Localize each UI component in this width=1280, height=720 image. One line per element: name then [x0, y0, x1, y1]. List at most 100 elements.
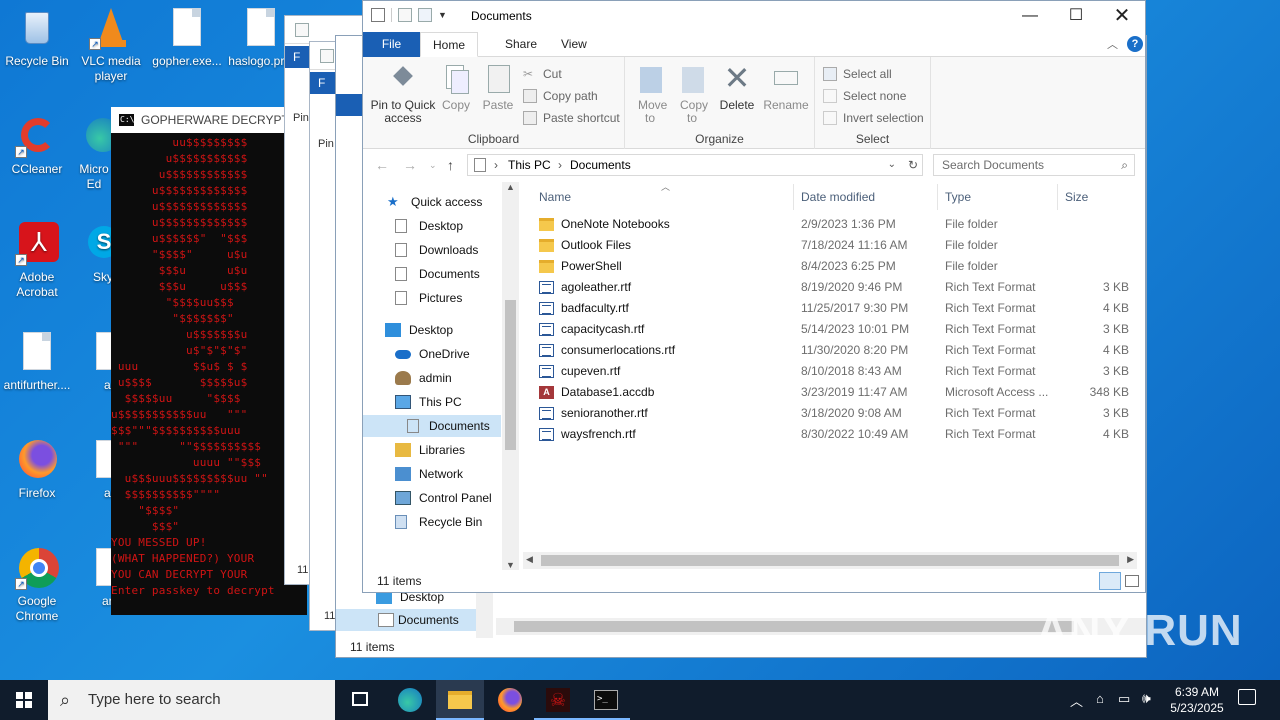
- task-view-button[interactable]: [336, 680, 384, 720]
- chevron-down-icon[interactable]: ▼: [438, 10, 447, 20]
- details-view-icon[interactable]: [1099, 572, 1121, 590]
- file-row[interactable]: badfaculty.rtf 11/25/2017 9:30 PM Rich Tex…: [535, 298, 1135, 319]
- copy-path-button[interactable]: Copy path: [523, 87, 598, 105]
- notifications-icon[interactable]: [1238, 689, 1256, 705]
- nav-item-onedrive[interactable]: OneDrive: [395, 343, 470, 365]
- file-row[interactable]: cupeven.rtf 8/10/2018 8:43 AM Rich Text Fo…: [535, 361, 1135, 382]
- desktop-icon-artlife[interactable]: artlife: [74, 546, 114, 609]
- close-button[interactable]: ✕: [1099, 1, 1145, 31]
- copy-button[interactable]: Copy: [439, 61, 473, 112]
- nav-item-pictures[interactable]: Pictures: [395, 287, 462, 309]
- scroll-down-icon[interactable]: ▼: [506, 560, 515, 570]
- rename-button[interactable]: Rename: [763, 61, 809, 112]
- tab-home[interactable]: Home: [420, 32, 479, 57]
- content-horizontal-scrollbar[interactable]: ◀ ▶: [523, 552, 1137, 569]
- file-row[interactable]: agoleather.rtf 8/19/2020 9:46 PM Rich Text…: [535, 277, 1135, 298]
- network-tray-icon[interactable]: ⌂: [1096, 691, 1104, 706]
- paste-button[interactable]: Paste: [479, 61, 517, 112]
- nav-item-this-pc[interactable]: This PC: [395, 391, 462, 413]
- minimize-button[interactable]: —: [1007, 1, 1053, 31]
- desktop-icon-antifurther[interactable]: antifurther....: [0, 330, 74, 393]
- desktop-icon-gopher[interactable]: gopher.exe...: [150, 6, 224, 69]
- console-titlebar[interactable]: C:\ GOPHERWARE DECRYPTOR: [111, 107, 307, 133]
- pin-to-quick-access-button[interactable]: Pin to Quick access: [367, 61, 439, 125]
- nav-pane-scrollbar[interactable]: ▲ ▼: [502, 182, 519, 570]
- copy-to-button[interactable]: Copy to: [673, 61, 711, 125]
- large-icons-view-icon[interactable]: [1125, 575, 1139, 587]
- scroll-up-icon[interactable]: ▲: [506, 182, 515, 192]
- nav-item-documents[interactable]: Documents: [395, 263, 480, 285]
- taskbar-file-explorer[interactable]: [436, 680, 484, 720]
- nav-item-quick-access[interactable]: ★ Quick access: [387, 191, 482, 213]
- file-row[interactable]: senioranother.rtf 3/18/2020 9:08 AM Rich T…: [535, 403, 1135, 424]
- desktop-icon-edge[interactable]: Micro Ed: [74, 114, 114, 192]
- back-arrow-icon[interactable]: ←: [375, 157, 389, 173]
- nav-item-recycle-bin[interactable]: Recycle Bin: [395, 511, 482, 533]
- explorer-window[interactable]: ▼ Documents — ☐ ✕ File Home Share View ︿…: [362, 0, 1146, 593]
- move-to-button[interactable]: Move to: [631, 61, 669, 125]
- paste-shortcut-button[interactable]: Paste shortcut: [523, 109, 620, 127]
- invert-selection-button[interactable]: Invert selection: [823, 109, 924, 127]
- file-row[interactable]: capacitycash.rtf 5/14/2023 10:01 PM Rich T…: [535, 319, 1135, 340]
- volume-icon[interactable]: 🕪: [1142, 690, 1151, 707]
- nav-item-network[interactable]: Network: [395, 463, 463, 485]
- taskbar-edge[interactable]: [386, 680, 434, 720]
- search-input[interactable]: Search Documents ⌕: [933, 154, 1135, 176]
- nav-scrollbar[interactable]: [476, 592, 493, 638]
- column-header-size[interactable]: Size: [1065, 186, 1088, 208]
- titlebar[interactable]: ▼ Documents — ☐ ✕: [363, 1, 1145, 32]
- properties-icon[interactable]: [398, 8, 412, 22]
- start-button[interactable]: [0, 680, 48, 720]
- tab-share[interactable]: Share: [493, 32, 549, 57]
- help-icon[interactable]: ?: [1127, 36, 1143, 52]
- cut-button[interactable]: ✂ Cut: [523, 65, 562, 83]
- nav-item-desktop-root[interactable]: Desktop: [385, 319, 453, 341]
- monitor-tray-icon[interactable]: ▭: [1118, 691, 1130, 707]
- nav-item-admin[interactable]: admin: [395, 367, 452, 389]
- nav-item-documents[interactable]: Documents: [336, 609, 476, 631]
- file-row[interactable]: consumerlocations.rtf 11/30/2020 8:20 PM R…: [535, 340, 1135, 361]
- select-none-button[interactable]: Select none: [823, 87, 906, 105]
- maximize-button[interactable]: ☐: [1053, 1, 1099, 31]
- tab-view[interactable]: View: [549, 32, 599, 57]
- desktop-icon-chrome[interactable]: ↗ Google Chrome: [0, 546, 74, 624]
- taskbar-firefox[interactable]: [486, 680, 534, 720]
- nav-item-desktop[interactable]: Desktop: [395, 215, 463, 237]
- forward-arrow-icon[interactable]: →: [403, 157, 417, 173]
- column-header-name[interactable]: Name: [539, 186, 571, 208]
- desktop-icon-ccleaner[interactable]: ↗ CCleaner: [0, 114, 74, 177]
- new-folder-icon[interactable]: [418, 8, 432, 22]
- desktop-icon-acrobat[interactable]: ⅄ ↗ Adobe Acrobat: [0, 222, 74, 300]
- column-header-type[interactable]: Type: [945, 186, 971, 208]
- column-header-date[interactable]: Date modified: [801, 186, 875, 208]
- gopherware-console-window[interactable]: C:\ GOPHERWARE DECRYPTOR uu$$$$$$$$$ u$$…: [111, 107, 307, 615]
- recent-chevron-icon[interactable]: ⌄: [429, 160, 437, 171]
- desktop-icon-vlc[interactable]: ↗ VLC media player: [74, 6, 148, 84]
- desktop-icon-antifur-2[interactable]: antifur: [74, 438, 114, 501]
- desktop-icon-firefox[interactable]: Firefox: [0, 438, 74, 501]
- nav-item-downloads[interactable]: Downloads: [395, 239, 478, 261]
- nav-item-control-panel[interactable]: Control Panel: [395, 487, 492, 509]
- scroll-right-icon[interactable]: ▶: [1127, 554, 1134, 565]
- file-row[interactable]: OneNote Notebooks 2/9/2023 1:36 PM File fo…: [535, 214, 1135, 235]
- up-arrow-icon[interactable]: ↑: [447, 157, 454, 173]
- breadcrumb-this-pc[interactable]: This PC: [508, 155, 551, 175]
- tab-file[interactable]: File: [363, 32, 420, 57]
- breadcrumb-documents[interactable]: Documents: [570, 155, 631, 175]
- address-dropdown-icon[interactable]: ⌄: [888, 155, 896, 175]
- desktop-icon-skype[interactable]: S Sky: [74, 222, 114, 285]
- taskbar-console[interactable]: >_: [582, 680, 630, 720]
- file-row[interactable]: Outlook Files 7/18/2024 11:16 AM File fold…: [535, 235, 1135, 256]
- nav-item-this-pc-documents[interactable]: Documents: [363, 415, 501, 437]
- console-prompt[interactable]: Enter passkey to decrypt: [111, 583, 307, 599]
- select-all-button[interactable]: Select all: [823, 65, 892, 83]
- clock[interactable]: 6:39 AM 5/23/2025: [1164, 684, 1230, 716]
- taskbar-gopherware[interactable]: ☠: [534, 680, 582, 720]
- delete-button[interactable]: ✕ Delete: [717, 61, 757, 112]
- desktop-icon-recycle-bin[interactable]: Recycle Bin: [0, 6, 74, 69]
- desktop-icon-antifur[interactable]: antifur: [74, 330, 114, 393]
- scroll-left-icon[interactable]: ◀: [526, 554, 533, 565]
- file-row[interactable]: waysfrench.rtf 8/30/2022 10:49 AM Rich Tex…: [535, 424, 1135, 445]
- address-bar[interactable]: › This PC › Documents ⌄ ↻: [467, 154, 923, 176]
- file-row[interactable]: PowerShell 8/4/2023 6:25 PM File folder: [535, 256, 1135, 277]
